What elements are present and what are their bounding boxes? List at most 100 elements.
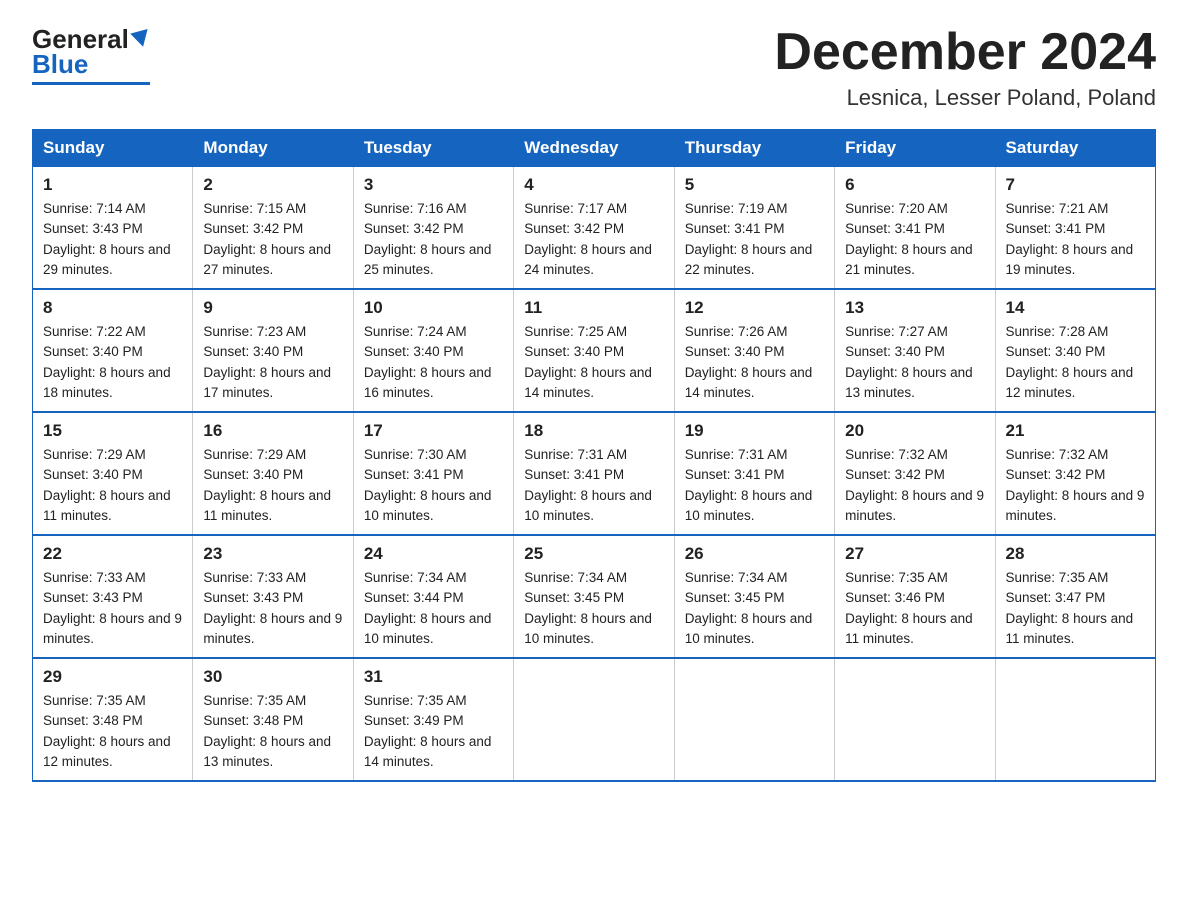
calendar-week-2: 8 Sunrise: 7:22 AMSunset: 3:40 PMDayligh… bbox=[33, 289, 1156, 412]
calendar-cell: 13 Sunrise: 7:27 AMSunset: 3:40 PMDaylig… bbox=[835, 289, 995, 412]
calendar-cell: 11 Sunrise: 7:25 AMSunset: 3:40 PMDaylig… bbox=[514, 289, 674, 412]
calendar-cell bbox=[835, 658, 995, 781]
day-number: 28 bbox=[1006, 544, 1145, 564]
header-monday: Monday bbox=[193, 130, 353, 167]
day-number: 4 bbox=[524, 175, 663, 195]
day-number: 18 bbox=[524, 421, 663, 441]
calendar-cell bbox=[995, 658, 1155, 781]
calendar-cell: 8 Sunrise: 7:22 AMSunset: 3:40 PMDayligh… bbox=[33, 289, 193, 412]
day-info: Sunrise: 7:34 AMSunset: 3:45 PMDaylight:… bbox=[524, 568, 663, 649]
header-sunday: Sunday bbox=[33, 130, 193, 167]
day-info: Sunrise: 7:24 AMSunset: 3:40 PMDaylight:… bbox=[364, 322, 503, 403]
calendar-cell: 9 Sunrise: 7:23 AMSunset: 3:40 PMDayligh… bbox=[193, 289, 353, 412]
day-info: Sunrise: 7:31 AMSunset: 3:41 PMDaylight:… bbox=[685, 445, 824, 526]
day-info: Sunrise: 7:35 AMSunset: 3:49 PMDaylight:… bbox=[364, 691, 503, 772]
calendar-cell: 3 Sunrise: 7:16 AMSunset: 3:42 PMDayligh… bbox=[353, 167, 513, 290]
header-friday: Friday bbox=[835, 130, 995, 167]
calendar-header-row: SundayMondayTuesdayWednesdayThursdayFrid… bbox=[33, 130, 1156, 167]
calendar-cell: 30 Sunrise: 7:35 AMSunset: 3:48 PMDaylig… bbox=[193, 658, 353, 781]
day-number: 7 bbox=[1006, 175, 1145, 195]
day-info: Sunrise: 7:19 AMSunset: 3:41 PMDaylight:… bbox=[685, 199, 824, 280]
calendar-cell: 7 Sunrise: 7:21 AMSunset: 3:41 PMDayligh… bbox=[995, 167, 1155, 290]
day-info: Sunrise: 7:32 AMSunset: 3:42 PMDaylight:… bbox=[1006, 445, 1145, 526]
header-thursday: Thursday bbox=[674, 130, 834, 167]
calendar-cell: 15 Sunrise: 7:29 AMSunset: 3:40 PMDaylig… bbox=[33, 412, 193, 535]
day-info: Sunrise: 7:32 AMSunset: 3:42 PMDaylight:… bbox=[845, 445, 984, 526]
day-info: Sunrise: 7:25 AMSunset: 3:40 PMDaylight:… bbox=[524, 322, 663, 403]
calendar-cell bbox=[514, 658, 674, 781]
calendar-cell: 21 Sunrise: 7:32 AMSunset: 3:42 PMDaylig… bbox=[995, 412, 1155, 535]
calendar-cell: 29 Sunrise: 7:35 AMSunset: 3:48 PMDaylig… bbox=[33, 658, 193, 781]
header-saturday: Saturday bbox=[995, 130, 1155, 167]
day-number: 29 bbox=[43, 667, 182, 687]
calendar-cell: 17 Sunrise: 7:30 AMSunset: 3:41 PMDaylig… bbox=[353, 412, 513, 535]
day-info: Sunrise: 7:26 AMSunset: 3:40 PMDaylight:… bbox=[685, 322, 824, 403]
calendar-cell: 14 Sunrise: 7:28 AMSunset: 3:40 PMDaylig… bbox=[995, 289, 1155, 412]
day-info: Sunrise: 7:29 AMSunset: 3:40 PMDaylight:… bbox=[43, 445, 182, 526]
day-info: Sunrise: 7:35 AMSunset: 3:46 PMDaylight:… bbox=[845, 568, 984, 649]
day-number: 13 bbox=[845, 298, 984, 318]
day-number: 3 bbox=[364, 175, 503, 195]
day-info: Sunrise: 7:35 AMSunset: 3:48 PMDaylight:… bbox=[43, 691, 182, 772]
day-number: 1 bbox=[43, 175, 182, 195]
calendar-cell: 10 Sunrise: 7:24 AMSunset: 3:40 PMDaylig… bbox=[353, 289, 513, 412]
day-info: Sunrise: 7:29 AMSunset: 3:40 PMDaylight:… bbox=[203, 445, 342, 526]
calendar-cell: 19 Sunrise: 7:31 AMSunset: 3:41 PMDaylig… bbox=[674, 412, 834, 535]
calendar-cell: 18 Sunrise: 7:31 AMSunset: 3:41 PMDaylig… bbox=[514, 412, 674, 535]
day-number: 12 bbox=[685, 298, 824, 318]
day-info: Sunrise: 7:14 AMSunset: 3:43 PMDaylight:… bbox=[43, 199, 182, 280]
calendar-cell: 28 Sunrise: 7:35 AMSunset: 3:47 PMDaylig… bbox=[995, 535, 1155, 658]
day-number: 23 bbox=[203, 544, 342, 564]
calendar-week-5: 29 Sunrise: 7:35 AMSunset: 3:48 PMDaylig… bbox=[33, 658, 1156, 781]
location: Lesnica, Lesser Poland, Poland bbox=[774, 85, 1156, 111]
day-number: 5 bbox=[685, 175, 824, 195]
day-info: Sunrise: 7:23 AMSunset: 3:40 PMDaylight:… bbox=[203, 322, 342, 403]
calendar-cell: 4 Sunrise: 7:17 AMSunset: 3:42 PMDayligh… bbox=[514, 167, 674, 290]
calendar-cell: 27 Sunrise: 7:35 AMSunset: 3:46 PMDaylig… bbox=[835, 535, 995, 658]
day-number: 26 bbox=[685, 544, 824, 564]
header-wednesday: Wednesday bbox=[514, 130, 674, 167]
calendar-cell: 12 Sunrise: 7:26 AMSunset: 3:40 PMDaylig… bbox=[674, 289, 834, 412]
day-number: 16 bbox=[203, 421, 342, 441]
page-header: General Blue December 2024 Lesnica, Less… bbox=[32, 24, 1156, 111]
day-number: 6 bbox=[845, 175, 984, 195]
calendar-cell: 5 Sunrise: 7:19 AMSunset: 3:41 PMDayligh… bbox=[674, 167, 834, 290]
day-info: Sunrise: 7:27 AMSunset: 3:40 PMDaylight:… bbox=[845, 322, 984, 403]
day-info: Sunrise: 7:34 AMSunset: 3:45 PMDaylight:… bbox=[685, 568, 824, 649]
day-info: Sunrise: 7:20 AMSunset: 3:41 PMDaylight:… bbox=[845, 199, 984, 280]
calendar-cell: 25 Sunrise: 7:34 AMSunset: 3:45 PMDaylig… bbox=[514, 535, 674, 658]
day-info: Sunrise: 7:15 AMSunset: 3:42 PMDaylight:… bbox=[203, 199, 342, 280]
calendar-table: SundayMondayTuesdayWednesdayThursdayFrid… bbox=[32, 129, 1156, 782]
day-info: Sunrise: 7:28 AMSunset: 3:40 PMDaylight:… bbox=[1006, 322, 1145, 403]
calendar-week-4: 22 Sunrise: 7:33 AMSunset: 3:43 PMDaylig… bbox=[33, 535, 1156, 658]
day-info: Sunrise: 7:34 AMSunset: 3:44 PMDaylight:… bbox=[364, 568, 503, 649]
calendar-cell: 6 Sunrise: 7:20 AMSunset: 3:41 PMDayligh… bbox=[835, 167, 995, 290]
calendar-week-3: 15 Sunrise: 7:29 AMSunset: 3:40 PMDaylig… bbox=[33, 412, 1156, 535]
day-info: Sunrise: 7:16 AMSunset: 3:42 PMDaylight:… bbox=[364, 199, 503, 280]
month-title: December 2024 bbox=[774, 24, 1156, 81]
day-number: 31 bbox=[364, 667, 503, 687]
day-info: Sunrise: 7:31 AMSunset: 3:41 PMDaylight:… bbox=[524, 445, 663, 526]
calendar-cell: 26 Sunrise: 7:34 AMSunset: 3:45 PMDaylig… bbox=[674, 535, 834, 658]
day-number: 8 bbox=[43, 298, 182, 318]
calendar-cell: 31 Sunrise: 7:35 AMSunset: 3:49 PMDaylig… bbox=[353, 658, 513, 781]
calendar-cell bbox=[674, 658, 834, 781]
calendar-cell: 24 Sunrise: 7:34 AMSunset: 3:44 PMDaylig… bbox=[353, 535, 513, 658]
day-info: Sunrise: 7:33 AMSunset: 3:43 PMDaylight:… bbox=[203, 568, 342, 649]
day-number: 9 bbox=[203, 298, 342, 318]
calendar-cell: 2 Sunrise: 7:15 AMSunset: 3:42 PMDayligh… bbox=[193, 167, 353, 290]
day-info: Sunrise: 7:33 AMSunset: 3:43 PMDaylight:… bbox=[43, 568, 182, 649]
day-number: 27 bbox=[845, 544, 984, 564]
day-number: 24 bbox=[364, 544, 503, 564]
day-number: 2 bbox=[203, 175, 342, 195]
calendar-cell: 20 Sunrise: 7:32 AMSunset: 3:42 PMDaylig… bbox=[835, 412, 995, 535]
header-tuesday: Tuesday bbox=[353, 130, 513, 167]
day-info: Sunrise: 7:22 AMSunset: 3:40 PMDaylight:… bbox=[43, 322, 182, 403]
header-right: December 2024 Lesnica, Lesser Poland, Po… bbox=[774, 24, 1156, 111]
calendar-cell: 16 Sunrise: 7:29 AMSunset: 3:40 PMDaylig… bbox=[193, 412, 353, 535]
day-number: 19 bbox=[685, 421, 824, 441]
day-number: 25 bbox=[524, 544, 663, 564]
calendar-cell: 1 Sunrise: 7:14 AMSunset: 3:43 PMDayligh… bbox=[33, 167, 193, 290]
day-number: 30 bbox=[203, 667, 342, 687]
calendar-cell: 22 Sunrise: 7:33 AMSunset: 3:43 PMDaylig… bbox=[33, 535, 193, 658]
